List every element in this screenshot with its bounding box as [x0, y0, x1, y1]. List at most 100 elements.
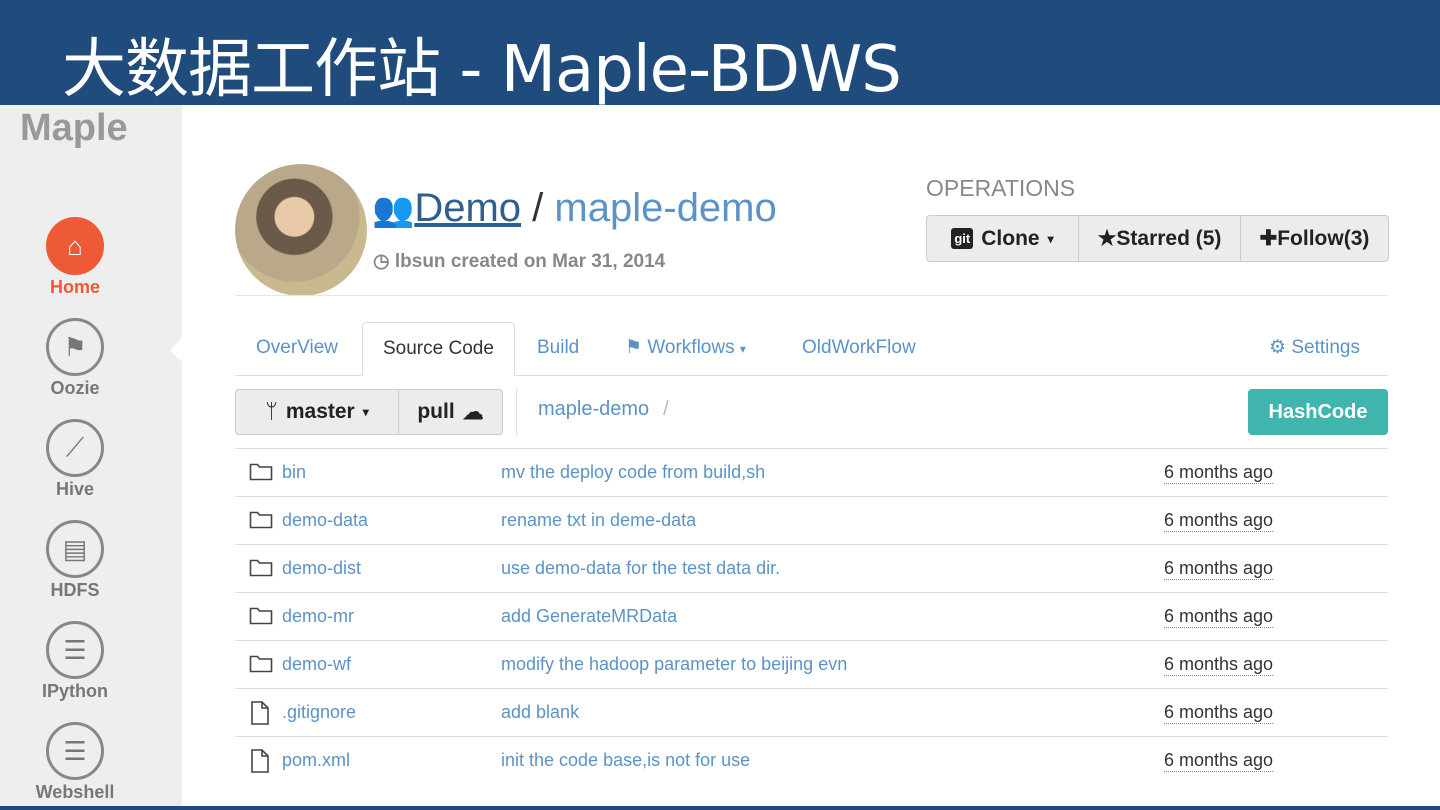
starred-button[interactable]: ★ Starred (5): [1079, 216, 1241, 261]
brand-logo: Maple: [20, 107, 128, 149]
file-name-link[interactable]: pom.xml: [282, 750, 350, 771]
file-name-link[interactable]: .gitignore: [282, 702, 356, 723]
clone-button[interactable]: git Clone ▾: [927, 216, 1079, 261]
commit-message-link[interactable]: use demo-data for the test data dir.: [501, 558, 780, 579]
caret-down-icon: ▾: [1047, 231, 1054, 246]
file-name-link[interactable]: demo-mr: [282, 606, 354, 627]
branch-icon: ᛘ: [265, 400, 278, 423]
magic-wand-icon: ⟋: [46, 419, 104, 477]
file-name-link[interactable]: demo-data: [282, 510, 368, 531]
clock-icon: ◷: [373, 251, 390, 272]
tab-oldworkflow[interactable]: OldWorkFlow: [782, 322, 936, 376]
slide-title-bar: 大数据工作站 - Maple-BDWS: [0, 0, 1440, 107]
commit-message-link[interactable]: modify the hadoop parameter to beijing e…: [501, 654, 847, 675]
branch-group: ᛘ master ▾ pull ☁: [235, 389, 503, 435]
file-age: 6 months ago: [1164, 606, 1274, 628]
file-age: 6 months ago: [1164, 462, 1274, 484]
slide-title: 大数据工作站 - Maple-BDWS: [62, 33, 902, 107]
file-row[interactable]: demo-dist use demo-data for the test dat…: [235, 544, 1388, 592]
tab-workflows[interactable]: ⚑ Workflows ▾: [605, 322, 766, 376]
sidebar-item-oozie[interactable]: ⚑ Oozie: [0, 318, 150, 399]
file-age: 6 months ago: [1164, 558, 1274, 580]
divider: [516, 389, 517, 435]
follow-label: Follow(3): [1277, 226, 1370, 250]
file-name-link[interactable]: demo-wf: [282, 654, 351, 675]
pull-label: pull: [417, 400, 455, 423]
folder-icon: [249, 605, 273, 630]
clone-label: Clone: [981, 226, 1040, 250]
caret-down-icon: ▾: [362, 405, 369, 419]
sidebar-item-home[interactable]: ⌂ Home: [0, 217, 150, 298]
sidebar-item-webshell[interactable]: ☰ Webshell: [0, 722, 150, 803]
file-row[interactable]: bin mv the deploy code from build,sh 6 m…: [235, 448, 1388, 496]
file-name-link[interactable]: bin: [282, 462, 306, 483]
repo-sep: /: [532, 186, 544, 230]
star-icon: ★: [1097, 227, 1117, 250]
owner-link[interactable]: Demo: [414, 186, 521, 230]
git-icon: git: [951, 228, 974, 249]
tab-build[interactable]: Build: [517, 322, 599, 376]
folder-icon: [249, 557, 273, 582]
file-age: 6 months ago: [1164, 510, 1274, 532]
file-row[interactable]: demo-wf modify the hadoop parameter to b…: [235, 640, 1388, 688]
sidebar-item-label: Oozie: [50, 378, 100, 398]
file-icon: [249, 749, 271, 778]
sidebar: Maple ⌂ Home ⚑ Oozie ⟋ Hive ▤ HDFS ☰ IPython …: [0, 105, 182, 806]
sidebar-item-hive[interactable]: ⟋ Hive: [0, 419, 150, 500]
commit-message-link[interactable]: rename txt in deme-data: [501, 510, 696, 531]
bottom-bar: [0, 806, 1440, 810]
tab-settings[interactable]: ⚙ Settings: [1249, 322, 1380, 376]
file-age: 6 months ago: [1164, 750, 1274, 772]
tab-label: Settings: [1291, 337, 1360, 358]
sidebar-item-label: Home: [49, 277, 100, 297]
cloud-download-icon: ☁: [462, 400, 484, 424]
repo-meta: ◷ lbsun created on Mar 31, 2014: [373, 250, 665, 273]
repo-tabs: OverView Source Code Build ⚑ Workflows ▾…: [235, 322, 1388, 376]
file-row[interactable]: demo-data rename txt in deme-data 6 mont…: [235, 496, 1388, 544]
file-list: bin mv the deploy code from build,sh 6 m…: [235, 448, 1388, 784]
gear-icon: ⚙: [1269, 337, 1287, 358]
plus-icon: ✚: [1259, 227, 1278, 250]
commit-message-link[interactable]: mv the deploy code from build,sh: [501, 462, 765, 483]
file-age: 6 months ago: [1164, 654, 1274, 676]
starred-label: Starred (5): [1116, 226, 1222, 250]
repo-title: 👥Demo / maple-demo: [372, 186, 777, 231]
server-icon: ☰: [46, 621, 104, 679]
file-row[interactable]: demo-mr add GenerateMRData 6 months ago: [235, 592, 1388, 640]
flag-icon: ⚑: [625, 337, 643, 358]
caret-down-icon: ▾: [739, 342, 746, 356]
users-icon: 👥: [372, 191, 415, 229]
breadcrumb-root[interactable]: maple-demo: [538, 398, 649, 420]
follow-button[interactable]: ✚ Follow(3): [1241, 216, 1388, 261]
file-row[interactable]: pom.xml init the code base,is not for us…: [235, 736, 1388, 784]
branch-label: master: [285, 400, 355, 423]
pull-button[interactable]: pull ☁: [399, 390, 502, 434]
sidebar-item-label: HDFS: [50, 580, 100, 600]
tab-overview[interactable]: OverView: [236, 322, 358, 376]
breadcrumb: maple-demo /: [538, 398, 669, 421]
repo-name[interactable]: maple-demo: [554, 186, 776, 230]
folder-icon: [249, 509, 273, 534]
operations-title: OPERATIONS: [926, 175, 1076, 201]
avatar: [235, 164, 367, 296]
active-indicator: [170, 338, 182, 362]
hashcode-button[interactable]: HashCode: [1248, 389, 1388, 435]
repo-meta-text: lbsun created on Mar 31, 2014: [394, 251, 666, 272]
folder-icon: [249, 653, 273, 678]
tab-source-code[interactable]: Source Code: [362, 322, 515, 376]
commit-message-link[interactable]: add blank: [501, 702, 579, 723]
branch-select[interactable]: ᛘ master ▾: [236, 390, 399, 434]
sidebar-item-label: Hive: [55, 479, 95, 499]
file-name-link[interactable]: demo-dist: [282, 558, 361, 579]
sidebar-item-label: Webshell: [35, 782, 115, 802]
file-icon: [249, 701, 271, 730]
commit-message-link[interactable]: init the code base,is not for use: [501, 750, 750, 771]
sidebar-item-label: IPython: [42, 681, 108, 701]
home-icon: ⌂: [46, 217, 104, 275]
sidebar-item-hdfs[interactable]: ▤ HDFS: [0, 520, 150, 601]
commit-message-link[interactable]: add GenerateMRData: [501, 606, 677, 627]
tab-label: Workflows: [647, 337, 735, 358]
sidebar-item-ipython[interactable]: ☰ IPython: [0, 621, 150, 702]
file-row[interactable]: .gitignore add blank 6 months ago: [235, 688, 1388, 736]
operations-group: git Clone ▾ ★ Starred (5) ✚ Follow(3): [926, 215, 1389, 262]
